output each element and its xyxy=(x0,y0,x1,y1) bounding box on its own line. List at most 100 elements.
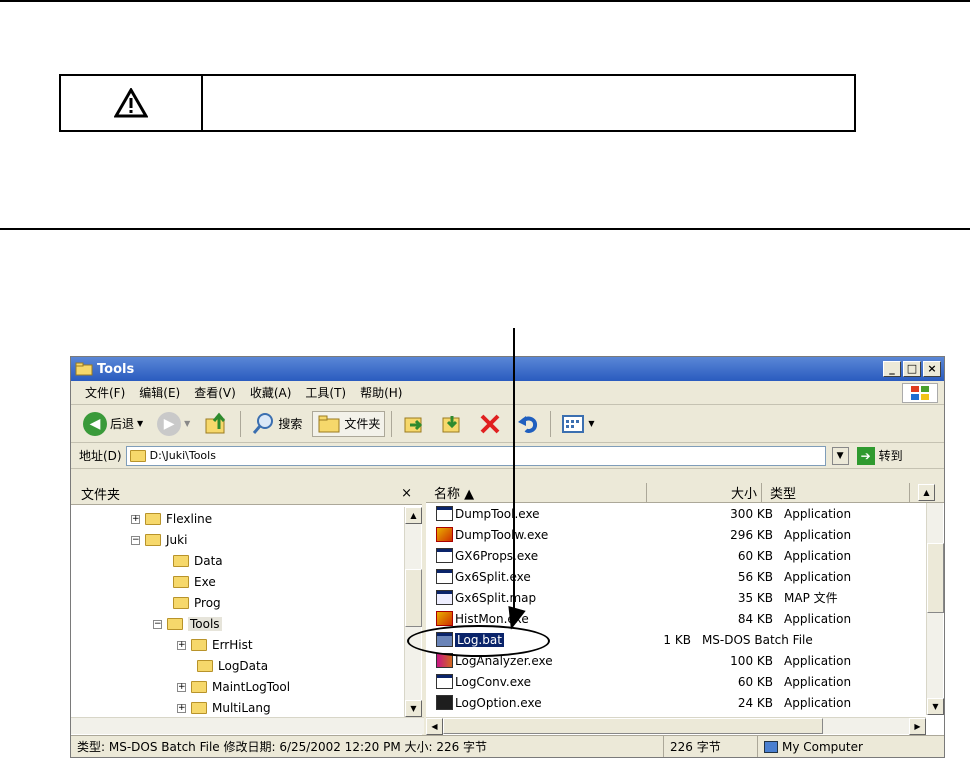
scroll-thumb[interactable] xyxy=(927,543,944,613)
column-name-header[interactable]: 名称 ▲ xyxy=(426,483,647,502)
views-dropdown-icon[interactable]: ▼ xyxy=(588,419,594,428)
folder-icon xyxy=(191,702,207,714)
menu-file[interactable]: 文件(F) xyxy=(85,384,125,401)
tree-collapse-icon[interactable]: − xyxy=(131,535,140,545)
menu-view[interactable]: 查看(V) xyxy=(194,384,236,401)
forward-arrow-icon: ▶ xyxy=(157,411,182,436)
tree-expand-icon[interactable]: + xyxy=(131,514,140,524)
undo-button[interactable] xyxy=(512,410,544,438)
back-button[interactable]: ◀ 后退 ▼ xyxy=(79,410,147,438)
scroll-thumb[interactable] xyxy=(443,718,823,734)
folders-pane-close-icon[interactable]: × xyxy=(401,486,412,501)
back-dropdown-icon[interactable]: ▼ xyxy=(137,419,143,428)
tree-node-exe[interactable]: Exe xyxy=(173,572,216,592)
tree-node-tools[interactable]: − Tools xyxy=(153,614,222,634)
menu-favorites[interactable]: 收藏(A) xyxy=(250,384,292,401)
menu-help[interactable]: 帮助(H) xyxy=(360,384,402,401)
tree-node-errhist[interactable]: + ErrHist xyxy=(177,635,253,655)
file-type: MS-DOS Batch File xyxy=(701,632,813,647)
file-name: Gx6Split.map xyxy=(455,590,537,605)
copy-to-icon xyxy=(442,415,460,432)
scroll-left-icon[interactable]: ◀ xyxy=(426,718,443,735)
folder-icon xyxy=(173,576,189,588)
file-size: 60 KB xyxy=(737,674,773,689)
folders-button[interactable]: 文件夹 xyxy=(312,410,386,437)
menu-tools[interactable]: 工具(T) xyxy=(305,384,346,401)
toolbar: ◀ 后退 ▼ ▶ ▼ 搜索 文件夹 ▼ xyxy=(71,405,944,443)
tree-node-maintlogtool[interactable]: + MaintLogTool xyxy=(177,677,290,697)
delete-button[interactable] xyxy=(474,410,506,438)
file-size: 100 KB xyxy=(730,653,773,668)
file-row[interactable]: DumpToolw.exe 296 KB Application xyxy=(426,524,926,545)
tree-collapse-icon[interactable]: − xyxy=(153,619,162,629)
views-icon xyxy=(562,414,585,433)
file-row[interactable]: LogOption.exe 24 KB Application xyxy=(426,692,926,713)
status-size: 226 字节 xyxy=(664,736,758,757)
folders-horizontal-scrollbar[interactable] xyxy=(71,717,424,734)
scroll-right-icon[interactable]: ▶ xyxy=(909,718,926,735)
folders-pane-title: 文件夹 xyxy=(81,488,121,503)
middle-rule xyxy=(0,228,970,230)
files-horizontal-scrollbar[interactable]: ◀ ▶ xyxy=(426,717,926,735)
file-type: Application xyxy=(784,695,852,710)
file-row[interactable]: GX6Props.exe 60 KB Application xyxy=(426,545,926,566)
tree-expand-icon[interactable]: + xyxy=(177,640,186,650)
windows-logo-icon xyxy=(902,383,938,403)
file-name: Gx6Split.exe xyxy=(455,569,531,584)
views-button[interactable]: ▼ xyxy=(557,412,598,436)
forward-button[interactable]: ▶ ▼ xyxy=(153,410,194,438)
map-file-icon xyxy=(436,590,453,605)
move-to-icon xyxy=(404,417,423,432)
file-size: 296 KB xyxy=(730,527,773,542)
scroll-down-icon[interactable]: ▼ xyxy=(927,698,944,715)
application-icon xyxy=(436,569,453,584)
file-name: DumpToolw.exe xyxy=(455,527,549,542)
status-details: 类型: MS-DOS Batch File 修改日期: 6/25/2002 12… xyxy=(71,736,664,757)
menu-bar: 文件(F) 编辑(E) 查看(V) 收藏(A) 工具(T) 帮助(H) xyxy=(71,381,944,405)
status-zone-label: My Computer xyxy=(782,739,863,754)
forward-dropdown-icon[interactable]: ▼ xyxy=(184,419,190,428)
application-icon xyxy=(436,527,453,542)
window-title: Tools xyxy=(97,361,135,377)
tree-expand-icon[interactable]: + xyxy=(177,703,186,713)
tree-node-flexline[interactable]: + Flexline xyxy=(131,509,212,529)
file-name: LogConv.exe xyxy=(455,674,532,689)
file-row[interactable]: LogConv.exe 60 KB Application xyxy=(426,671,926,692)
close-button[interactable]: × xyxy=(923,361,941,377)
scroll-down-icon[interactable]: ▼ xyxy=(405,700,422,717)
tree-node-data[interactable]: Data xyxy=(173,551,223,571)
folder-icon xyxy=(145,534,161,546)
file-row[interactable]: DumpTool.exe 300 KB Application xyxy=(426,503,926,524)
go-label[interactable]: 转到 xyxy=(879,447,903,464)
search-button[interactable]: 搜索 xyxy=(247,410,306,438)
minimize-button[interactable]: _ xyxy=(883,361,901,377)
column-type-header[interactable]: 类型 xyxy=(762,483,910,502)
up-folder-button[interactable] xyxy=(200,409,234,439)
scroll-up-icon[interactable]: ▲ xyxy=(405,507,422,524)
file-row[interactable]: Gx6Split.exe 56 KB Application xyxy=(426,566,926,587)
address-dropdown-button[interactable]: ▼ xyxy=(831,446,849,465)
folders-vertical-scrollbar[interactable]: ▲ ▼ xyxy=(404,507,422,717)
scroll-thumb[interactable] xyxy=(405,569,422,627)
maximize-button[interactable]: □ xyxy=(903,361,921,377)
tree-node-logdata[interactable]: LogData xyxy=(197,656,268,676)
menu-edit[interactable]: 编辑(E) xyxy=(139,384,180,401)
scroll-up-icon[interactable]: ▲ xyxy=(918,484,935,501)
tree-node-juki[interactable]: − Juki xyxy=(131,530,187,550)
file-row[interactable]: Gx6Split.map 35 KB MAP 文件 xyxy=(426,587,926,608)
tree-node-multilang[interactable]: + MultiLang xyxy=(177,698,271,718)
column-size-header[interactable]: 大小 xyxy=(647,483,762,502)
back-label: 后退 xyxy=(110,417,135,431)
tree-node-prog[interactable]: Prog xyxy=(173,593,221,613)
application-icon xyxy=(436,674,453,689)
delete-x-icon xyxy=(480,414,500,433)
files-vertical-scrollbar[interactable]: ▼ xyxy=(926,503,944,715)
copy-to-button[interactable] xyxy=(436,410,468,438)
move-to-button[interactable] xyxy=(398,410,430,438)
application-icon xyxy=(436,695,453,710)
search-label: 搜索 xyxy=(278,417,303,431)
up-folder-icon xyxy=(205,412,226,433)
tree-expand-icon[interactable]: + xyxy=(177,682,186,692)
address-input[interactable]: D:\Juki\Tools xyxy=(125,445,826,466)
go-arrow-icon[interactable]: ➔ xyxy=(856,446,875,465)
